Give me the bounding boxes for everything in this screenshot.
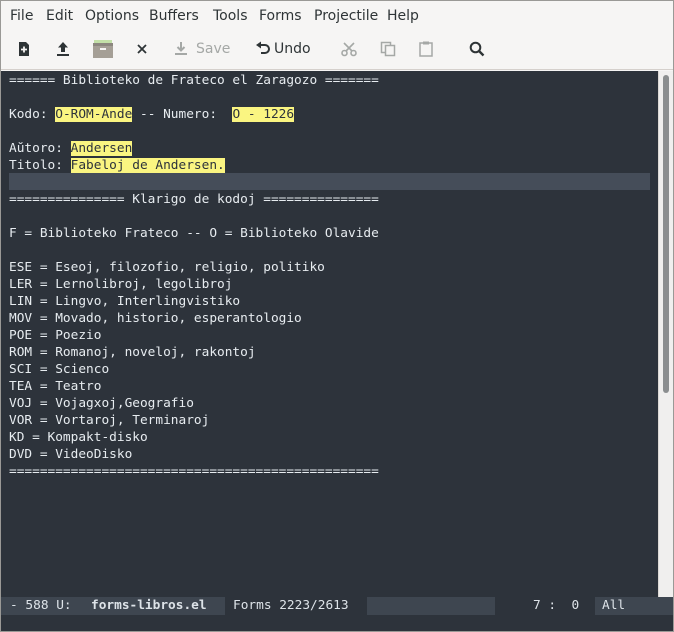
search-button[interactable] xyxy=(468,37,486,61)
code-line: LIN = Lingvo, Interlingvistiko xyxy=(9,294,241,309)
new-file-icon xyxy=(19,42,29,56)
kodo-label: Kodo: xyxy=(9,107,56,122)
klarigo-header: =============== Klarigo de kodoj =======… xyxy=(9,192,379,207)
form-header: ====== Biblioteko de Frateco el Zaragozo… xyxy=(9,73,379,88)
new-file-button[interactable] xyxy=(15,37,33,61)
save-label: Save xyxy=(196,41,231,57)
menu-file[interactable]: File xyxy=(10,8,33,24)
kodo-field[interactable]: O-ROM-Ande xyxy=(55,107,133,122)
cursor-position: 7 : 0 xyxy=(533,598,580,613)
code-line: ESE = Eseoj, filozofio, religio, politik… xyxy=(9,260,325,275)
menu-bar: File Edit Options Buffers Tools Forms Pr… xyxy=(1,1,673,31)
code-line: POE = Poezio xyxy=(9,328,102,343)
code-line: VOJ = Vojagxoj,Geografio xyxy=(9,396,194,411)
menu-buffers[interactable]: Buffers xyxy=(149,8,199,24)
close-buffer-button[interactable] xyxy=(135,37,149,61)
vertical-scrollbar[interactable] xyxy=(658,71,673,597)
cut-button[interactable] xyxy=(340,37,358,61)
tool-bar: Save Undo xyxy=(1,31,673,70)
menu-options[interactable]: Options xyxy=(85,8,139,24)
save-button[interactable]: Save xyxy=(172,37,230,61)
numero-label: -- Numero: xyxy=(132,107,225,122)
buffer-status: - 588 U: xyxy=(10,598,72,613)
open-file-button[interactable] xyxy=(54,37,72,61)
numero-field[interactable]: O - 1226 xyxy=(232,107,295,122)
titolo-line: Titolo: Fabeloj de Andersen. xyxy=(9,157,225,174)
undo-label: Undo xyxy=(274,41,311,57)
code-line: MOV = Movado, historio, esperantologio xyxy=(9,311,302,326)
copy-button[interactable] xyxy=(379,37,397,61)
menu-edit[interactable]: Edit xyxy=(46,8,73,24)
scroll-indicator: All xyxy=(602,598,626,613)
major-mode[interactable]: Forms 2223/2613 xyxy=(233,597,349,615)
menu-tools[interactable]: Tools xyxy=(213,8,248,24)
menu-projectile[interactable]: Projectile xyxy=(314,8,378,24)
scrollbar-thumb[interactable] xyxy=(663,75,669,393)
menu-forms[interactable]: Forms xyxy=(259,8,302,24)
code-line: TEA = Teatro xyxy=(9,379,102,394)
code-line: KD = Kompakt-disko xyxy=(9,430,148,445)
minibuffer[interactable] xyxy=(1,615,673,631)
autoro-label: Aŭtoro: xyxy=(9,141,71,156)
form-footer: ========================================… xyxy=(9,464,379,479)
titolo-label: Titolo: xyxy=(9,158,71,173)
scissors-icon xyxy=(341,42,357,57)
archive-icon xyxy=(93,40,113,58)
kodo-line: Kodo: O-ROM-Ande -- Numero: O - 1226 xyxy=(9,106,295,123)
paste-button[interactable] xyxy=(417,37,435,61)
emacs-window: File Edit Options Buffers Tools Forms Pr… xyxy=(0,0,674,632)
editor-buffer[interactable]: ====== Biblioteko de Frateco el Zaragozo… xyxy=(1,71,658,597)
close-icon xyxy=(137,44,147,54)
library-legend: F = Biblioteko Frateco -- O = Biblioteko… xyxy=(9,226,379,241)
code-line: DVD = VideoDisko xyxy=(9,447,133,462)
code-line: SCI = Scienco xyxy=(9,362,110,377)
buffer-name[interactable]: forms-libros.el xyxy=(91,597,207,615)
code-line: VOR = Vortaroj, Terminaroj xyxy=(9,413,210,428)
mode-line: - 588 U: forms-libros.el Forms 2223/2613… xyxy=(1,597,673,615)
undo-button[interactable]: Undo xyxy=(255,37,311,61)
undo-icon xyxy=(256,41,270,54)
autoro-line: Aŭtoro: Andersen xyxy=(9,140,133,157)
open-directory-button[interactable] xyxy=(92,37,114,61)
current-line-highlight xyxy=(9,173,650,190)
search-icon xyxy=(469,41,485,57)
copy-icon xyxy=(380,41,396,57)
code-line: ROM = Romanoj, noveloj, rakontoj xyxy=(9,345,256,360)
clipboard-icon xyxy=(419,41,433,57)
menu-help[interactable]: Help xyxy=(387,8,419,24)
save-icon xyxy=(175,42,187,55)
code-line: LER = Lernolibroj, legolibroj xyxy=(9,277,233,292)
titolo-field[interactable]: Fabeloj de Andersen. xyxy=(70,158,225,173)
upload-icon xyxy=(57,42,69,56)
autoro-field[interactable]: Andersen xyxy=(70,141,133,156)
